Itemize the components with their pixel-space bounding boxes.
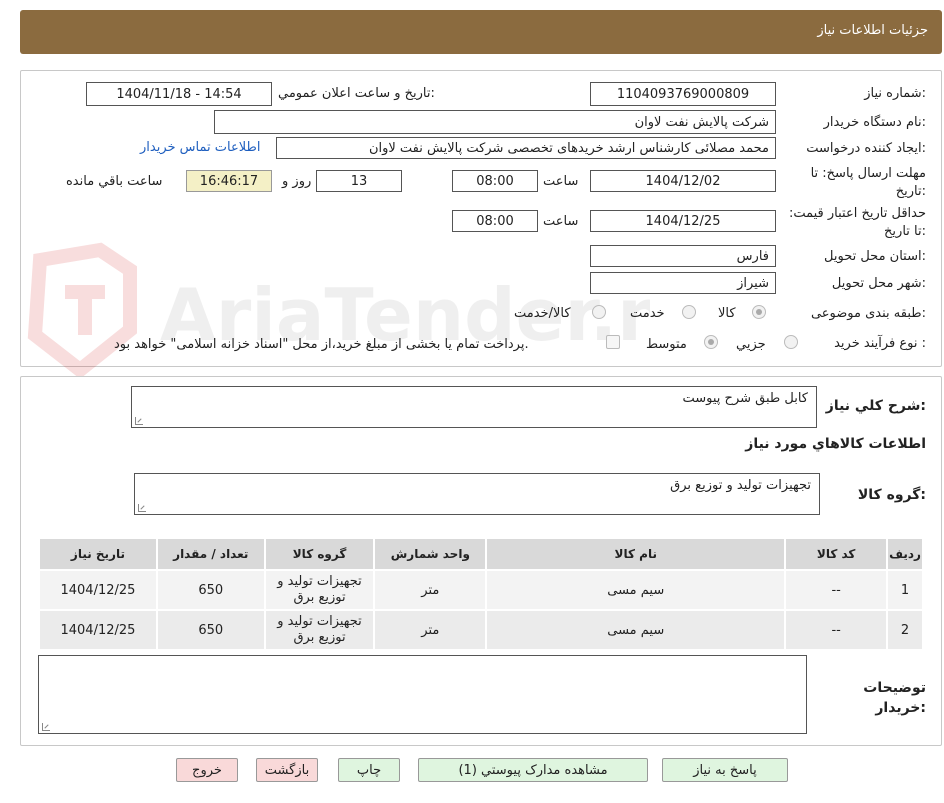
treasury-checkbox[interactable] (606, 335, 620, 349)
days-field: 13 (316, 170, 402, 192)
remaining-time-field: 16:46:17 (186, 170, 272, 192)
city-label: شهر محل تحويل: (831, 276, 926, 291)
cell-qty: 650 (155, 609, 266, 651)
resize-grip-icon[interactable] (135, 417, 143, 425)
print-button[interactable]: چاپ (338, 758, 400, 782)
col-row: رديف (886, 537, 924, 571)
process-label: نوع فرآيند خريد : (834, 336, 926, 351)
col-qty: تعداد / مقدار (155, 537, 266, 571)
need-number-label: شماره نیاز: (864, 86, 926, 101)
creator-field: محمد مصلائی کارشناس ارشد خریدهای تخصصی ش… (276, 137, 776, 159)
deadline-time-field: 08:00 (452, 170, 538, 192)
exit-button[interactable]: خروج (176, 758, 238, 782)
announce-label: تاریخ و ساعت اعلان عمومي: (278, 86, 435, 101)
category-goods-radio[interactable] (752, 305, 766, 319)
cell-code: -- (784, 569, 889, 611)
category-service-radio[interactable] (682, 305, 696, 319)
col-date: تاریخ نیاز (38, 537, 158, 571)
deadline-label: مهلت ارسال پاسخ: تا تاریخ: (810, 166, 926, 199)
goods-table: رديف کد کالا نام کالا واحد شمارش گروه کا… (38, 537, 924, 651)
cell-row: 2 (886, 609, 924, 651)
goods-info-title: اطلاعات کالاهاي مورد نياز (745, 436, 926, 452)
province-label: استان محل تحويل: (824, 249, 926, 264)
table-header-row: رديف کد کالا نام کالا واحد شمارش گروه کا… (38, 537, 924, 571)
validity-time-field: 08:00 (452, 210, 538, 232)
reply-button[interactable]: پاسخ به نياز (662, 758, 788, 782)
deadline-time-label: ساعت (543, 174, 579, 189)
announce-date-field: 1404/11/18 - 14:54 (86, 82, 272, 106)
cell-name: سیم مسی (485, 569, 787, 611)
cell-code: -- (784, 609, 889, 651)
header-bar: جزئیات اطلاعات نیاز (20, 10, 942, 54)
deadline-date-field: 1404/12/02 (590, 170, 776, 192)
category-service-label: خدمت (630, 306, 665, 321)
validity-time-label: ساعت (543, 214, 579, 229)
category-both-radio[interactable] (592, 305, 606, 319)
col-unit: واحد شمارش (373, 537, 488, 571)
province-field: فارس (590, 245, 776, 267)
goods-group-textarea[interactable]: تجهیزات تولید و توزیع برق (134, 473, 820, 515)
cell-date: 1404/12/25 (38, 609, 158, 651)
table-row: 1 -- سیم مسی متر تجهیزات تولید و توزیع ب… (38, 569, 924, 611)
cell-unit: متر (373, 609, 488, 651)
need-number-field: 1104093769000809 (590, 82, 776, 106)
contact-info-link[interactable]: اطلاعات تماس خريدار (140, 140, 260, 155)
attachments-button[interactable]: مشاهده مدارک پیوستي (1) (418, 758, 648, 782)
process-minor-label: جزيي (736, 337, 766, 352)
buyer-org-field: شرکت پالایش نفت لاوان (214, 110, 776, 134)
payment-note: پرداخت تمام يا بخشی از مبلغ خريد،از محل … (114, 337, 529, 352)
process-medium-label: متوسط (646, 337, 687, 352)
col-name: نام کالا (485, 537, 787, 571)
summary-label: شرح کلي نياز: (825, 398, 926, 414)
page-title: جزئیات اطلاعات نیاز (817, 23, 928, 38)
resize-grip-icon[interactable] (138, 504, 146, 512)
validity-label: حداقل تاريخ اعتبار قيمت: تا تاریخ: (788, 206, 926, 239)
cell-group: تجهیزات تولید و توزیع برق (263, 609, 376, 651)
city-field: شیراز (590, 272, 776, 294)
validity-date-field: 1404/12/25 (590, 210, 776, 232)
creator-label: ايجاد کننده درخواست: (806, 141, 926, 156)
resize-grip-icon[interactable] (42, 723, 50, 731)
category-label: طبقه بندی موضوعی: (810, 306, 926, 321)
buyer-notes-label: توضيحات خريدار: (863, 680, 926, 716)
col-code: کد کالا (784, 537, 889, 571)
table-row: 2 -- سیم مسی متر تجهیزات تولید و توزیع ب… (38, 609, 924, 651)
category-both-label: کالا/خدمت (514, 306, 571, 321)
process-medium-radio[interactable] (704, 335, 718, 349)
summary-text: کابل طبق شرح پیوست (682, 391, 809, 406)
process-minor-radio[interactable] (784, 335, 798, 349)
goods-group-label: گروه کالا: (857, 487, 926, 503)
goods-group-text: تجهیزات تولید و توزیع برق (670, 478, 811, 493)
buyer-notes-textarea[interactable] (38, 655, 807, 734)
back-button[interactable]: بازگشت (256, 758, 318, 782)
cell-row: 1 (886, 569, 924, 611)
days-label: روز و (282, 174, 312, 189)
cell-name: سیم مسی (485, 609, 787, 651)
cell-qty: 650 (155, 569, 266, 611)
cell-group: تجهیزات تولید و توزیع برق (263, 569, 376, 611)
cell-date: 1404/12/25 (38, 569, 158, 611)
summary-textarea[interactable]: کابل طبق شرح پیوست (131, 386, 817, 428)
buyer-org-label: نام دستگاه خريدار: (823, 115, 926, 130)
remaining-label: ساعت باقي مانده (66, 174, 163, 189)
category-goods-label: کالا (718, 306, 736, 321)
col-group: گروه کالا (263, 537, 376, 571)
cell-unit: متر (373, 569, 488, 611)
